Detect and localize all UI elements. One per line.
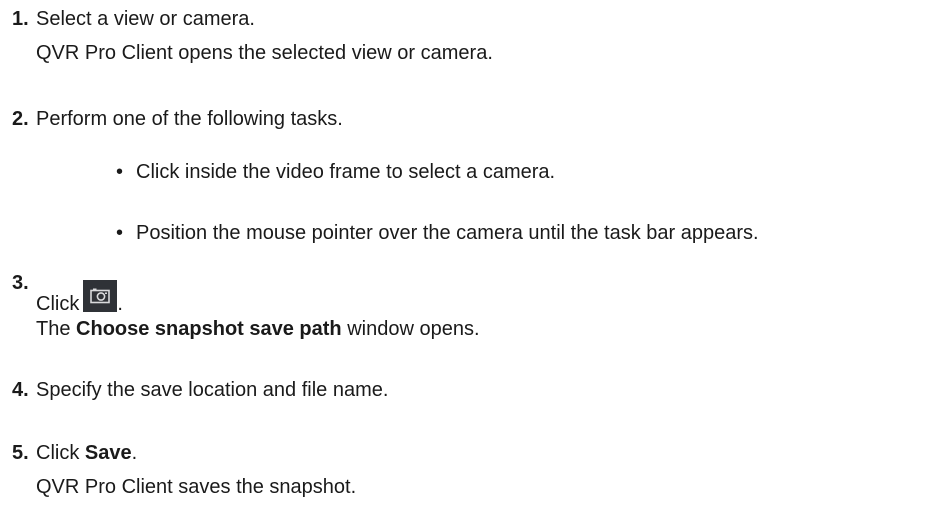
save-label: Save — [84, 442, 132, 464]
step-text: Select a view or camera. — [36, 8, 255, 30]
step-text-pre: Click — [36, 442, 85, 464]
step-text: Click Save. — [36, 440, 137, 466]
step-result: The Choose snapshot save path window ope… — [36, 316, 480, 342]
snapshot-button — [83, 280, 118, 312]
step-text: Specify the save location and file name. — [36, 379, 389, 401]
bullet-text: Position the mouse pointer over the came… — [136, 222, 759, 244]
bullet-text: Click inside the video frame to select a… — [136, 161, 556, 183]
step-result: QVR Pro Client opens the selected view o… — [36, 42, 493, 64]
list-item: • Position the mouse pointer over the cam… — [116, 220, 759, 246]
result-post: window opens. — [341, 318, 480, 340]
step-number: 3. — [12, 272, 29, 294]
step-number: 1. — [12, 8, 29, 30]
bullet-dot: • — [116, 222, 124, 244]
step-number: 4. — [12, 379, 29, 401]
step-number: 5. — [12, 442, 29, 464]
list-item: • Click inside the video frame to select … — [116, 159, 555, 185]
click-label: Click — [36, 293, 80, 315]
window-name: Choose snapshot save path — [76, 318, 342, 340]
snapshot-camera-icon — [90, 288, 111, 304]
step-text: Perform one of the following tasks. — [36, 108, 343, 130]
step-text-post: . — [131, 442, 138, 464]
step-text: Click . — [36, 280, 123, 317]
result-pre: The — [36, 318, 77, 340]
click-suffix: . — [117, 293, 123, 315]
step-number: 2. — [12, 108, 29, 130]
bullet-dot: • — [116, 161, 124, 183]
step-result: QVR Pro Client saves the snapshot. — [36, 476, 357, 498]
